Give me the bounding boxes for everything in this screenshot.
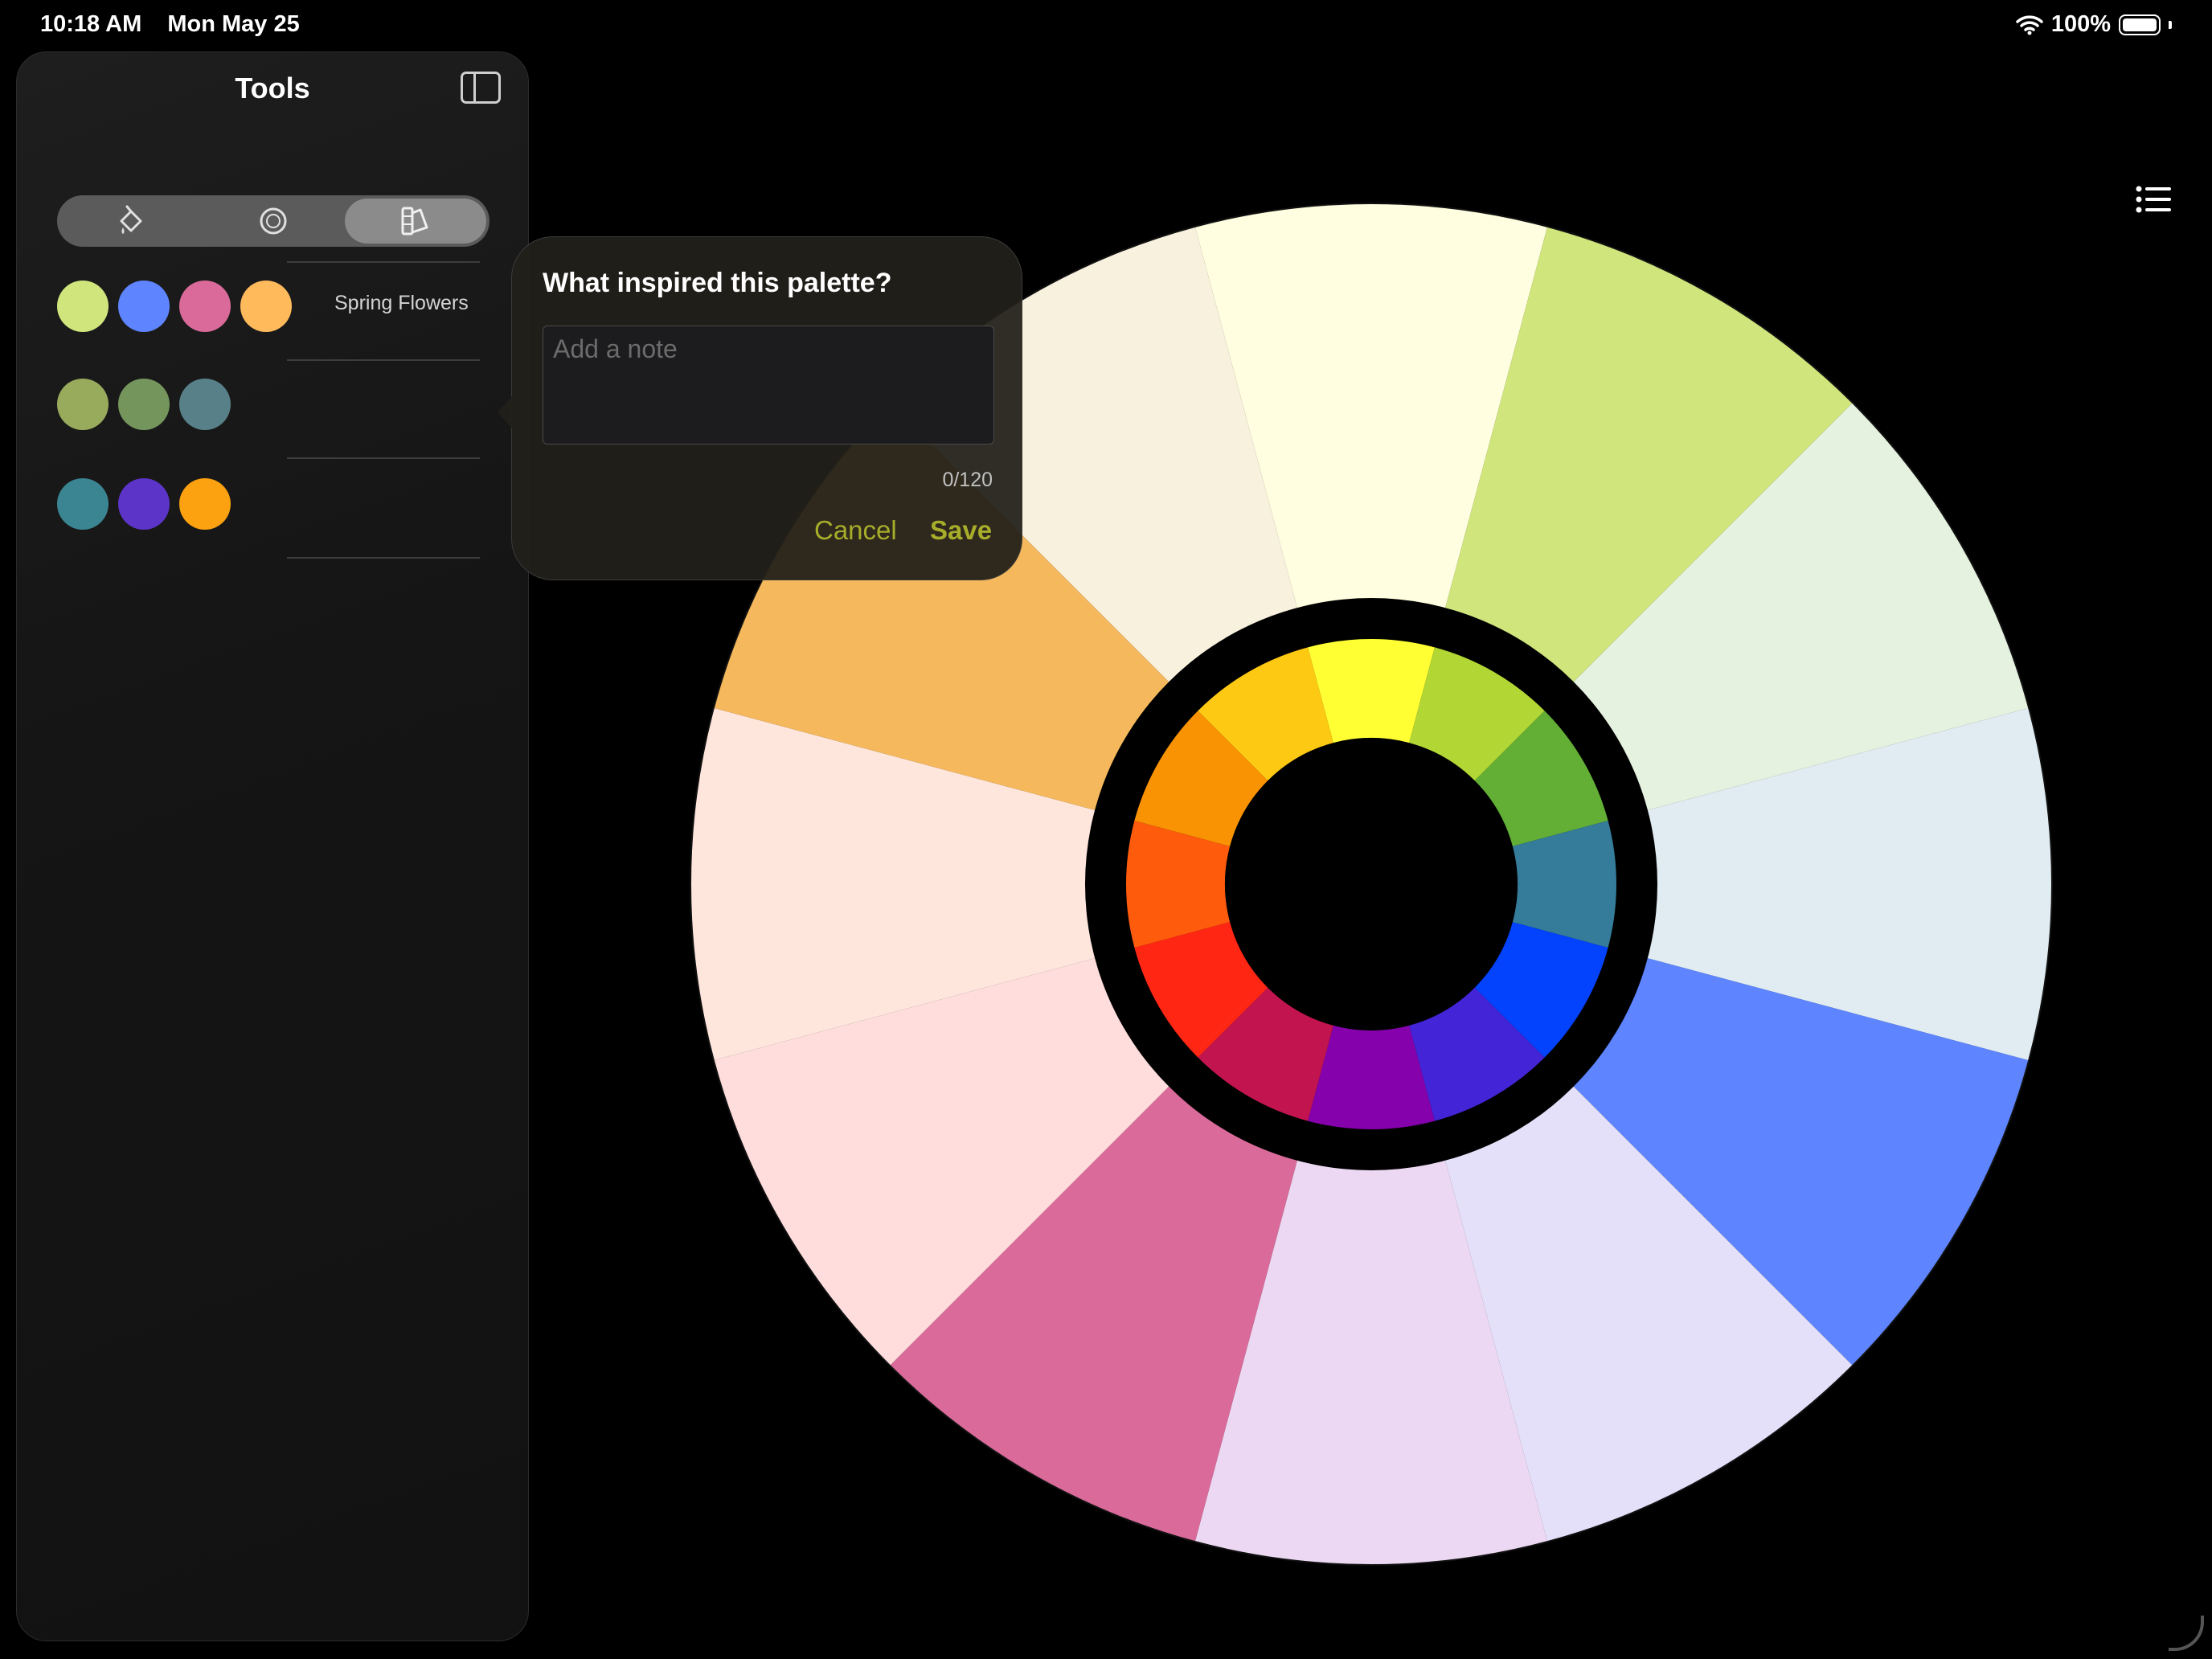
color-swatch[interactable] [179, 281, 231, 332]
sidebar-title: Tools [235, 72, 310, 104]
color-swatch[interactable] [179, 379, 231, 430]
color-swatch[interactable] [118, 478, 170, 530]
palette-row[interactable] [57, 457, 531, 555]
color-swatch[interactable] [57, 281, 109, 332]
segment-paint-bucket[interactable] [60, 199, 202, 244]
list-icon[interactable] [2136, 185, 2171, 214]
tool-segmented-control[interactable] [57, 195, 490, 247]
popover-title: What inspired this palette? [543, 268, 892, 298]
note-input[interactable] [543, 326, 994, 444]
paint-bucket-icon [120, 205, 142, 234]
palette-row[interactable] [57, 358, 531, 456]
palette-row[interactable]: Spring Flowers [57, 260, 531, 358]
segment-swatches[interactable] [345, 199, 486, 244]
color-swatch[interactable] [118, 379, 170, 430]
color-swatch[interactable] [240, 281, 292, 332]
circle-target-icon [260, 207, 287, 235]
color-swatch[interactable] [179, 478, 231, 530]
color-swatch[interactable] [57, 379, 109, 430]
wheel-center [1225, 738, 1518, 1030]
char-count: 0/120 [942, 469, 993, 491]
segment-circle[interactable] [203, 199, 344, 244]
tools-sidebar: Tools Spring Flowers [16, 51, 529, 1641]
palette-name: Spring Flowers [334, 292, 469, 314]
cancel-button[interactable]: Cancel [814, 515, 897, 546]
palette-note-popover: What inspired this palette? 0/120 Cancel… [498, 236, 1022, 580]
swatch-book-icon [401, 207, 428, 236]
sidebar-toggle-icon[interactable] [461, 72, 501, 104]
color-swatch[interactable] [57, 478, 109, 530]
save-button[interactable]: Save [930, 515, 992, 546]
color-swatch[interactable] [118, 281, 170, 332]
divider [287, 557, 480, 559]
